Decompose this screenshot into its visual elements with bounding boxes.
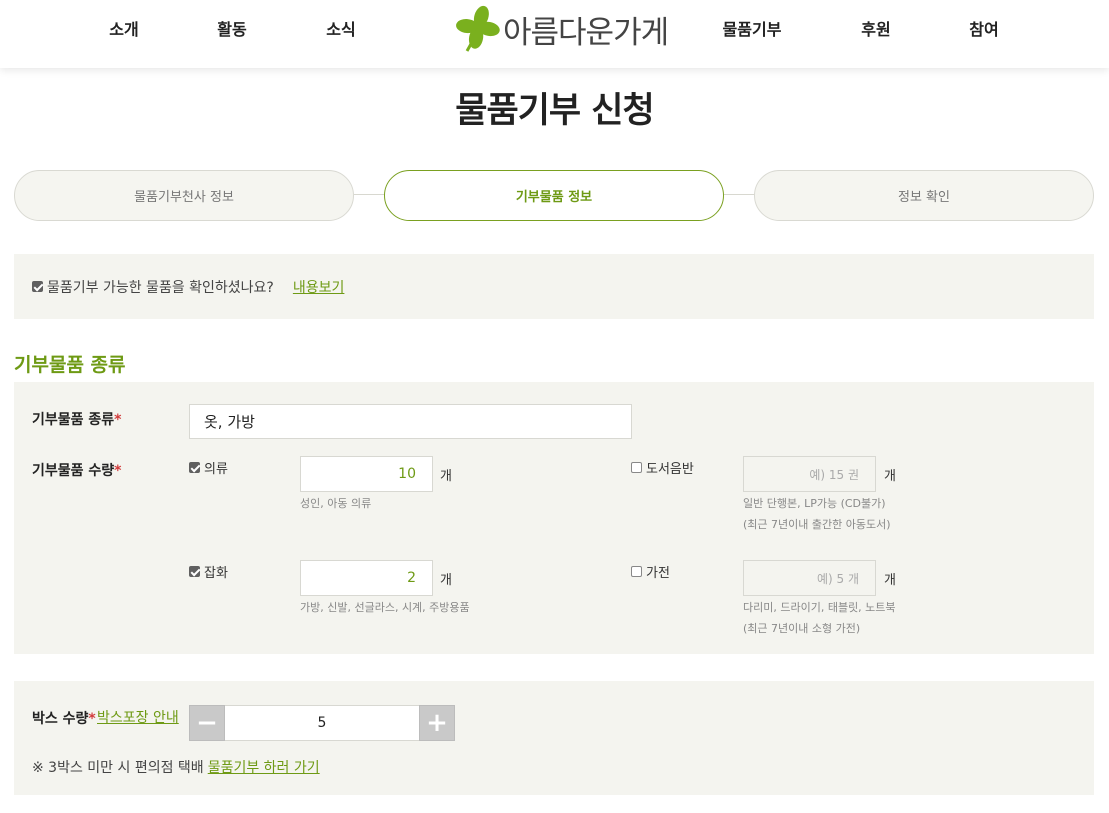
nav-item-participate[interactable]: 참여 (969, 16, 998, 40)
clothing-help: 성인, 아동 의류 (300, 497, 372, 510)
checkbox[interactable] (631, 566, 642, 577)
site-header: 소개 활동 소식 아름다운가게 물품기부 후원 참여 (0, 0, 1109, 68)
checkbox[interactable] (189, 566, 200, 577)
item-qty-label: 기부물품 수량* (32, 463, 122, 479)
confirm-checkbox[interactable] (32, 281, 43, 292)
box-count-value[interactable]: 5 (225, 705, 419, 741)
step-item-info: 기부물품 정보 (384, 170, 724, 221)
plus-icon: + (426, 708, 448, 738)
clover-logo-icon (456, 5, 500, 52)
books-help: 일반 단행본, LP가능 (CD불가) (최근 7년이내 출간한 아동도서) (743, 497, 891, 531)
item-type-input[interactable]: 옷, 가방 (189, 404, 632, 439)
section-title: 기부물품 종류 (14, 354, 126, 376)
nav-item-sponsor[interactable]: 후원 (861, 16, 890, 40)
box-packing-guide-link[interactable]: 박스포장 안내 (97, 707, 179, 727)
goods-checkbox[interactable]: 잡화 (189, 562, 228, 581)
books-checkbox[interactable]: 도서음반 (631, 458, 694, 477)
nav-item-news[interactable]: 소식 (326, 16, 355, 40)
nav-item-activity[interactable]: 활동 (217, 16, 246, 40)
clothing-checkbox[interactable]: 의류 (189, 458, 228, 477)
box-note: ※ 3박스 미만 시 편의점 택배 물품기부 하러 가기 (32, 760, 320, 776)
box-count-label: 박스 수량* (32, 711, 96, 727)
increase-button[interactable]: + (419, 705, 455, 741)
unit-label: 개 (884, 573, 896, 588)
appliances-qty-input[interactable]: 예) 5 개 (743, 560, 876, 596)
logo-text: 아름다운가게 (503, 14, 669, 51)
checkbox[interactable] (189, 462, 200, 473)
site-logo[interactable]: 아름다운가게 (455, 4, 669, 54)
nav-item-donate-goods[interactable]: 물품기부 (723, 16, 782, 40)
step-confirm: 정보 확인 (754, 170, 1094, 221)
nav-item-about[interactable]: 소개 (109, 16, 138, 40)
notice-box: 물품기부 가능한 물품을 확인하셨나요? 내용보기 (14, 254, 1094, 319)
box-count-panel: 박스 수량* 박스포장 안내 − 5 + ※ 3박스 미만 시 편의점 택배 물품… (14, 681, 1094, 795)
donation-form: 기부물품 종류* 옷, 가방 기부물품 수량* 의류 10 개 성인, 아동 의… (14, 382, 1094, 654)
unit-label: 개 (884, 469, 896, 484)
view-details-link[interactable]: 내용보기 (293, 277, 345, 297)
checkbox[interactable] (631, 462, 642, 473)
notice-text: 물품기부 가능한 물품을 확인하셨나요? (47, 279, 274, 296)
goods-help: 가방, 신발, 선글라스, 시계, 주방용품 (300, 601, 470, 614)
go-donate-link[interactable]: 물품기부 하러 가기 (208, 760, 320, 776)
step-connector (354, 194, 385, 195)
decrease-button[interactable]: − (189, 705, 225, 741)
minus-icon: − (196, 708, 218, 738)
books-qty-input[interactable]: 예) 15 권 (743, 456, 876, 492)
goods-qty-input[interactable]: 2 (300, 560, 433, 596)
unit-label: 개 (440, 469, 452, 484)
unit-label: 개 (440, 573, 452, 588)
clothing-qty-input[interactable]: 10 (300, 456, 433, 492)
step-donor-info: 물품기부천사 정보 (14, 170, 354, 221)
appliances-help: 다리미, 드라이기, 태블릿, 노트북 (최근 7년이내 소형 가전) (743, 601, 896, 635)
item-type-label: 기부물품 종류* (32, 412, 122, 428)
step-connector (724, 194, 755, 195)
page-title: 물품기부 신청 (455, 91, 654, 131)
appliances-checkbox[interactable]: 가전 (631, 562, 670, 581)
